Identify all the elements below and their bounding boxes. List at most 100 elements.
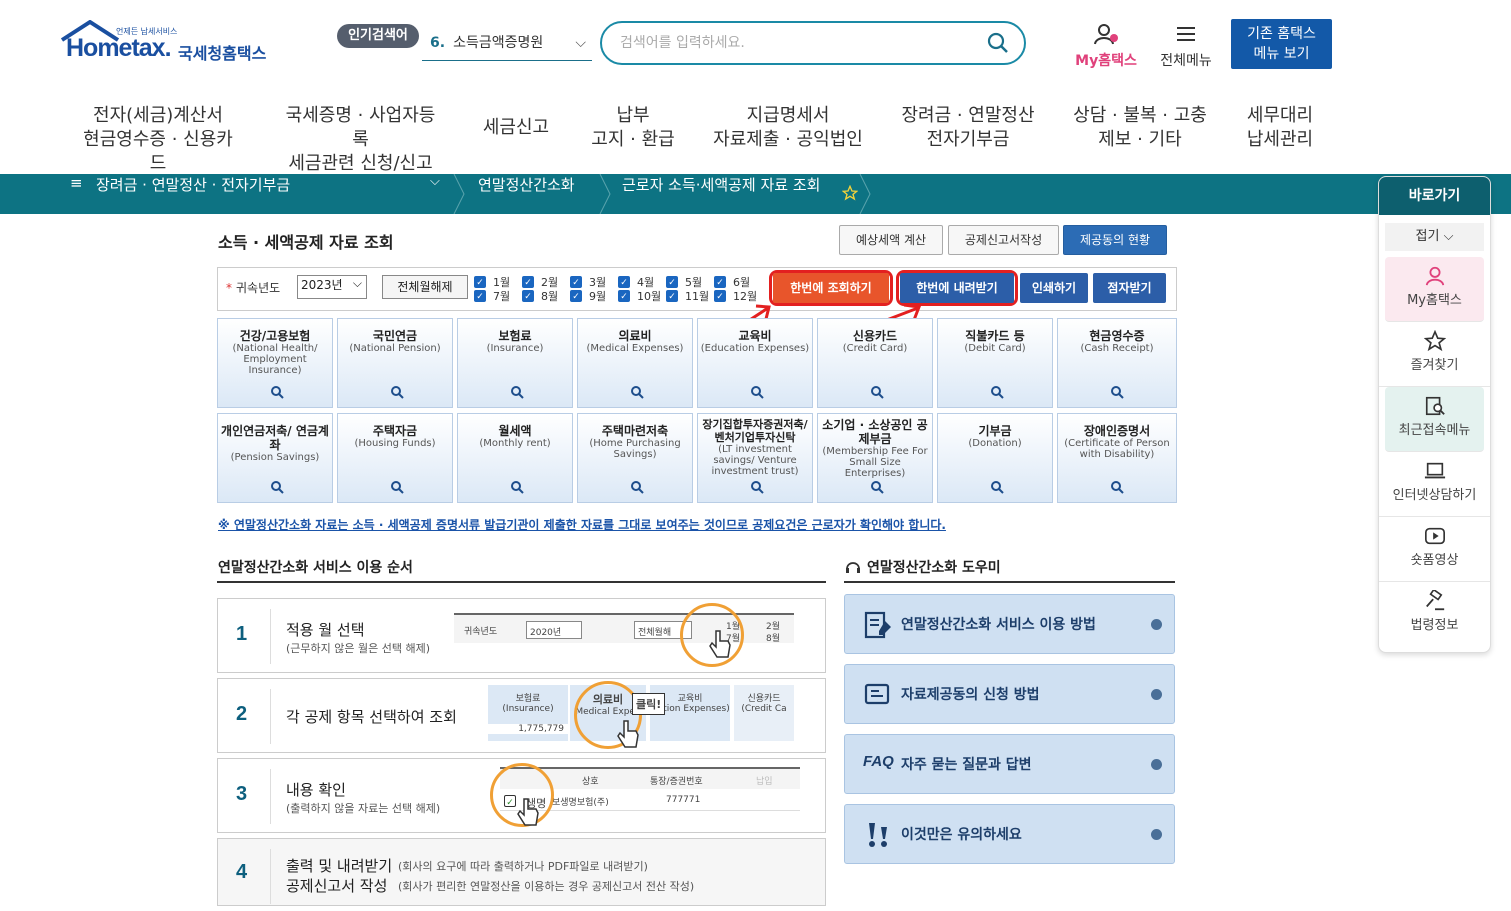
notice-link[interactable]: ※ 연말정산간소화 자료는 소득 · 세액공제 증명서류 발급기관이 제출한 자…	[218, 516, 946, 533]
breadcrumb-level3[interactable]: 근로자 소득·세액공제 자료 조회	[622, 174, 820, 214]
month-checkbox-2[interactable]: ✓	[522, 276, 534, 288]
clear-all-months-button[interactable]: 전체월해제	[382, 275, 468, 299]
search-input[interactable]	[600, 21, 1026, 65]
print-button[interactable]: 인쇄하기	[1020, 273, 1088, 303]
category-cash-receipt[interactable]: 현금영수증 (Cash Receipt)	[1057, 318, 1177, 408]
breadcrumb-level1[interactable]: 장려금 · 연말정산 · 전자기부금	[96, 174, 290, 214]
quick-fold-button[interactable]: 접기 ⌵	[1385, 223, 1484, 251]
legacy-menu-button[interactable]: 기존 홈택스 메뉴 보기	[1231, 19, 1332, 69]
exclamation-icon	[869, 823, 887, 847]
arrow-circle-icon	[1151, 619, 1162, 630]
breadcrumb-separator	[453, 174, 465, 214]
quick-item-my-hometax[interactable]: My홈택스	[1385, 257, 1484, 322]
helper-caution[interactable]: 이것만은 유의하세요	[844, 804, 1175, 864]
illus-card-title: 신용카드	[747, 694, 781, 704]
deduction-form-button[interactable]: 공제신고서작성	[948, 225, 1059, 255]
quick-item-law-info[interactable]: 법령정보	[1379, 582, 1490, 647]
month-checkbox-10[interactable]: ✓	[618, 290, 630, 302]
category-small-business[interactable]: 소기업 · 소상공인 공제부금 (Membership Fee For Small…	[817, 413, 933, 503]
gnb-line2: 고지 · 환급	[591, 129, 675, 150]
search-icon	[511, 481, 524, 494]
search-icon[interactable]	[986, 31, 1010, 55]
helper-faq[interactable]: FAQ 자주 묻는 질문과 답변	[844, 734, 1175, 794]
search-icon	[871, 481, 884, 494]
gnb-line1: 세무대리	[1246, 105, 1314, 126]
month-label: 8월	[541, 290, 559, 303]
logo-wordmark: Hometax.	[66, 34, 172, 62]
category-monthly-rent[interactable]: 월세액 (Monthly rent)	[457, 413, 573, 503]
all-menu-button[interactable]: 전체메뉴	[1155, 22, 1217, 69]
category-pension-savings[interactable]: 개인연금저축/ 연금계좌 (Pension Savings)	[217, 413, 333, 503]
menu-lines-icon[interactable]: ≡	[70, 174, 83, 214]
quick-item-shortform-video[interactable]: 숏폼영상	[1379, 517, 1490, 582]
popular-search-dropdown[interactable]: 6. 소득금액증명원 ⌵	[422, 28, 592, 61]
quick-item-recent-menu[interactable]: 최근접속메뉴	[1385, 387, 1484, 452]
category-lt-investment[interactable]: 장기집합투자증권저축/ 벤처기업투자신탁 (LT investment savin…	[697, 413, 813, 503]
gnb-item-payment[interactable]: 납부 고지 · 환급	[588, 104, 678, 154]
step-title: 공제신고서 작성	[286, 877, 388, 895]
star-favorite-icon[interactable]	[842, 185, 858, 201]
category-title: 주택마련저축	[601, 424, 669, 438]
month-checkbox-5[interactable]: ✓	[666, 276, 678, 288]
breadcrumb-level2[interactable]: 연말정산간소화	[478, 174, 575, 214]
gavel-icon	[1425, 590, 1444, 611]
step-separator	[270, 609, 271, 664]
step-subtitle: (회사가 편리한 연말정산을 이용하는 경우 공제신고서 전산 작성)	[398, 880, 695, 893]
query-all-button[interactable]: 한번에 조회하기	[773, 273, 889, 303]
month-checkbox-8[interactable]: ✓	[522, 290, 534, 302]
category-health-insurance[interactable]: 건강/고용보험 (National Health/ Employment Insu…	[217, 318, 333, 408]
category-education[interactable]: 교육비 (Education Expenses)	[697, 318, 813, 408]
month-checkbox-6[interactable]: ✓	[714, 276, 726, 288]
month-checkbox-3[interactable]: ✓	[570, 276, 582, 288]
gnb-item-consulting[interactable]: 상담 · 불복 · 고충 제보 · 기타	[1070, 104, 1210, 154]
hometax-logo[interactable]: 언제든 납세서비스 Hometax. 국세청홈택스	[60, 20, 280, 70]
month-checkbox-1[interactable]: ✓	[474, 276, 486, 288]
category-disability-certificate[interactable]: 장애인증명서 (Certificate of Person with Disabi…	[1057, 413, 1177, 503]
category-title: 주택자금	[372, 424, 418, 438]
helper-label: 자료제공동의 신청 방법	[901, 687, 1040, 703]
month-checkbox-11[interactable]: ✓	[666, 290, 678, 302]
category-english: (Education Expenses)	[700, 343, 810, 354]
category-credit-card[interactable]: 신용카드 (Credit Card)	[817, 318, 933, 408]
all-menu-label: 전체메뉴	[1160, 53, 1212, 69]
gnb-item-tax-report[interactable]: 세금신고	[476, 104, 556, 154]
helper-service-guide[interactable]: 연말정산간소화 서비스 이용 방법	[844, 594, 1175, 654]
gnb-item-tax-agent[interactable]: 세무대리 납세관리	[1240, 104, 1320, 154]
gnb-item-e-invoice[interactable]: 전자(세금)계산서 현금영수증 · 신용카드	[78, 104, 238, 174]
gnb-item-incentive[interactable]: 장려금 · 연말정산 전자기부금	[898, 104, 1038, 154]
month-checkbox-12[interactable]: ✓	[714, 290, 726, 302]
step-subtitle: (회사의 요구에 따라 출력하거나 PDF파일로 내려받기)	[398, 860, 648, 873]
gnb-item-certificate[interactable]: 국세증명 · 사업자등록 세금관련 신청/신고	[278, 104, 443, 174]
quick-item-online-consult[interactable]: 인터넷상담하기	[1379, 452, 1490, 517]
year-select[interactable]: 2023년 ⌵	[297, 275, 367, 299]
illus-card-insurance: 보험료 (Insurance) 1,775,779	[488, 685, 568, 741]
quick-item-label: My홈택스	[1407, 293, 1462, 308]
category-home-savings[interactable]: 주택마련저축 (Home Purchasing Savings)	[577, 413, 693, 503]
step-title: 각 공제 항목 선택하여 조회	[286, 708, 457, 726]
quick-item-label: 법령정보	[1410, 618, 1459, 633]
arrow-circle-icon	[1151, 689, 1162, 700]
category-debit-card[interactable]: 직불카드 등 (Debit Card)	[937, 318, 1053, 408]
download-all-button[interactable]: 한번에 내려받기	[900, 273, 1014, 303]
consent-status-button[interactable]: 제공동의 현황	[1063, 225, 1167, 255]
chevron-down-icon[interactable]: ⌵	[430, 174, 440, 214]
month-checkbox-4[interactable]: ✓	[618, 276, 630, 288]
helper-consent-guide[interactable]: 자료제공동의 신청 방법	[844, 664, 1175, 724]
month-label: 11월	[685, 290, 710, 303]
month-checkbox-7[interactable]: ✓	[474, 290, 486, 302]
category-national-pension[interactable]: 국민연금 (National Pension)	[337, 318, 453, 408]
gnb-item-payment-statement[interactable]: 지급명세서 자료제출 · 공익법인	[712, 104, 864, 154]
category-insurance[interactable]: 보험료 (Insurance)	[457, 318, 573, 408]
estimated-tax-button[interactable]: 예상세액 계산	[839, 225, 943, 255]
year-label-text: 귀속년도	[236, 281, 281, 295]
quick-item-favorites[interactable]: 즐겨찾기	[1379, 322, 1490, 387]
category-donation[interactable]: 기부금 (Donation)	[937, 413, 1053, 503]
category-housing-funds[interactable]: 주택자금 (Housing Funds)	[337, 413, 453, 503]
braille-button[interactable]: 점자받기	[1093, 273, 1166, 303]
my-hometax-button[interactable]: My홈택스	[1070, 22, 1142, 69]
page-title: 소득 · 세액공제 자료 조회	[218, 233, 394, 252]
search-icon	[391, 481, 404, 494]
month-checkbox-9[interactable]: ✓	[570, 290, 582, 302]
gnb-line1: 세금신고	[482, 117, 550, 138]
category-medical[interactable]: 의료비 (Medical Expenses)	[577, 318, 693, 408]
